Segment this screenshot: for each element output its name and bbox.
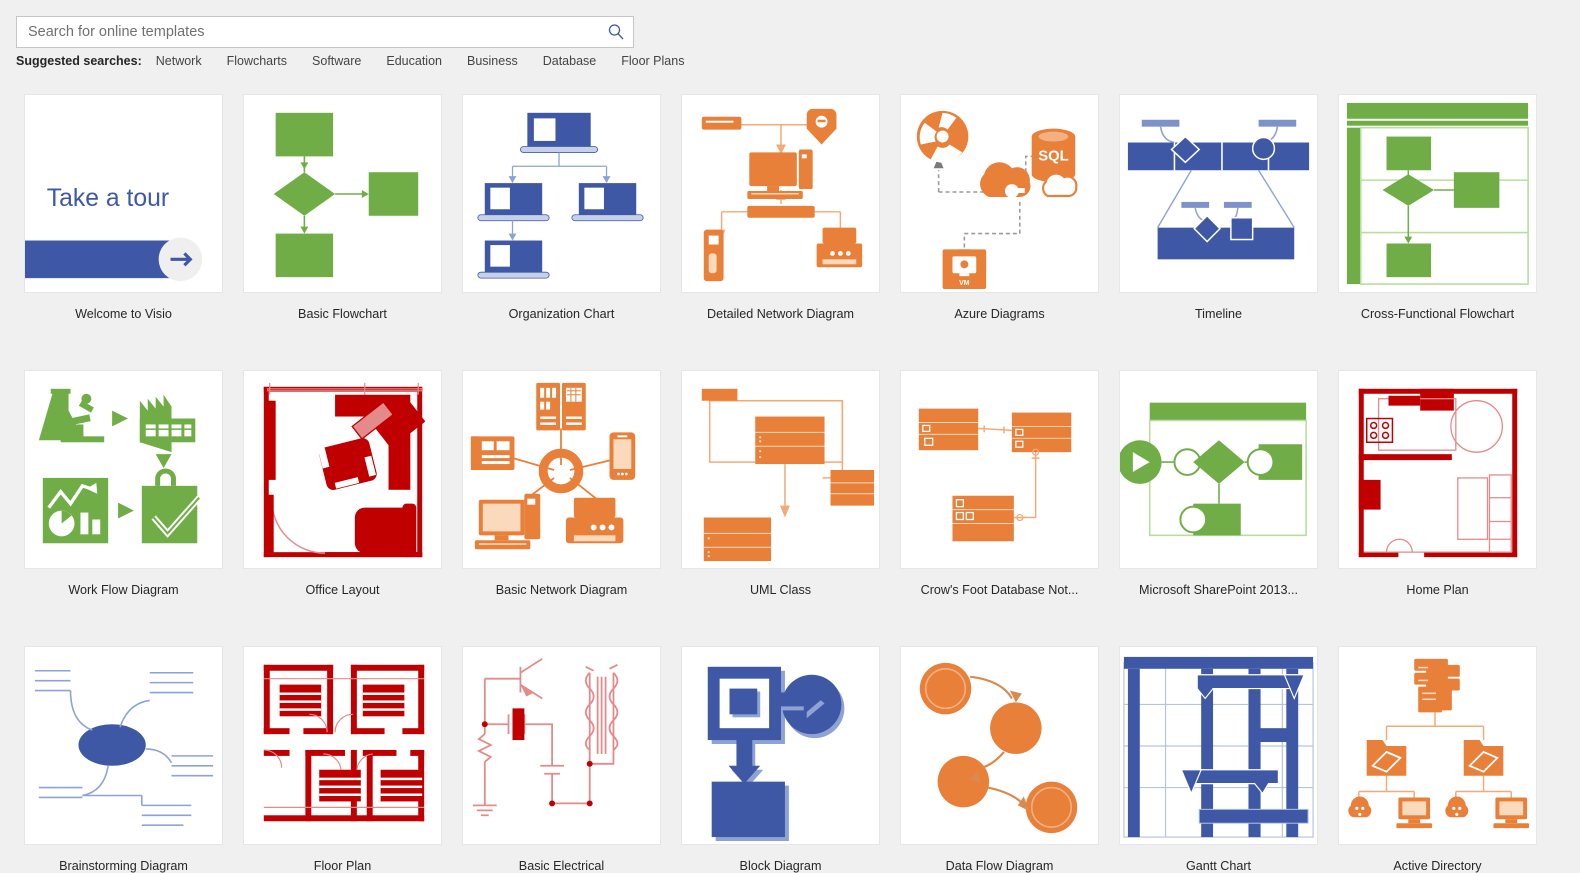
template-card-block-diagram[interactable]: Block Diagram bbox=[681, 646, 880, 873]
template-card-home-plan[interactable]: Home Plan bbox=[1338, 370, 1537, 597]
take-a-tour-text: Take a tour bbox=[47, 185, 169, 212]
vm-label: VM bbox=[959, 280, 970, 287]
template-thumbnail-organization-chart[interactable] bbox=[462, 94, 661, 293]
template-card-uml-class[interactable]: UML Class bbox=[681, 370, 880, 597]
template-label: Floor Plan bbox=[313, 859, 372, 873]
suggested-link-database[interactable]: Database bbox=[543, 54, 597, 68]
template-card-basic-flowchart[interactable]: Basic Flowchart bbox=[243, 94, 442, 321]
template-label: Basic Flowchart bbox=[298, 307, 387, 321]
template-label: Gantt Chart bbox=[1185, 859, 1252, 873]
template-label: Welcome to Visio bbox=[75, 307, 172, 321]
suggested-link-flowcharts[interactable]: Flowcharts bbox=[227, 54, 287, 68]
template-label: Microsoft SharePoint 2013... bbox=[1139, 583, 1298, 597]
template-thumbnail-data-flow-diagram[interactable] bbox=[900, 646, 1099, 845]
template-label: Data Flow Diagram bbox=[945, 859, 1054, 873]
template-card-timeline[interactable]: Timeline bbox=[1119, 94, 1318, 321]
template-card-organization-chart[interactable]: Organization Chart bbox=[462, 94, 661, 321]
search-box[interactable] bbox=[16, 16, 634, 48]
template-thumbnail-welcome-to-visio[interactable]: Take a tour bbox=[24, 94, 223, 293]
suggested-link-floor-plans[interactable]: Floor Plans bbox=[621, 54, 684, 68]
template-thumbnail-azure-diagrams[interactable]: SQL VM bbox=[900, 94, 1099, 293]
template-thumbnail-brainstorming-diagram[interactable] bbox=[24, 646, 223, 845]
template-label: Azure Diagrams bbox=[954, 307, 1045, 321]
search-area bbox=[16, 16, 634, 48]
template-card-crows-foot-database[interactable]: Crow's Foot Database Not... bbox=[900, 370, 1099, 597]
template-thumbnail-timeline[interactable] bbox=[1119, 94, 1318, 293]
template-thumbnail-gantt-chart[interactable] bbox=[1119, 646, 1318, 845]
template-card-gantt-chart[interactable]: Gantt Chart bbox=[1119, 646, 1318, 873]
search-icon[interactable] bbox=[607, 23, 625, 41]
template-card-work-flow-diagram[interactable]: Work Flow Diagram bbox=[24, 370, 223, 597]
template-label: Basic Network Diagram bbox=[495, 583, 628, 597]
template-label: Timeline bbox=[1194, 307, 1243, 321]
suggested-link-education[interactable]: Education bbox=[386, 54, 442, 68]
template-thumbnail-work-flow-diagram[interactable] bbox=[24, 370, 223, 569]
template-label: Work Flow Diagram bbox=[68, 583, 179, 597]
template-card-active-directory[interactable]: Active Directory bbox=[1338, 646, 1537, 873]
suggested-searches: Suggested searches: Network Flowcharts S… bbox=[16, 54, 709, 68]
template-label: Basic Electrical bbox=[518, 859, 605, 873]
template-card-office-layout[interactable]: Office Layout bbox=[243, 370, 442, 597]
template-card-azure-diagrams[interactable]: SQL VM Azure Diagrams bbox=[900, 94, 1099, 321]
template-thumbnail-basic-electrical[interactable] bbox=[462, 646, 661, 845]
template-card-detailed-network-diagram[interactable]: Detailed Network Diagram bbox=[681, 94, 880, 321]
template-card-floor-plan[interactable]: Floor Plan bbox=[243, 646, 442, 873]
template-label: Cross-Functional Flowchart bbox=[1360, 307, 1515, 321]
template-card-microsoft-sharepoint-2013[interactable]: Microsoft SharePoint 2013... bbox=[1119, 370, 1318, 597]
template-thumbnail-basic-flowchart[interactable] bbox=[243, 94, 442, 293]
suggested-link-software[interactable]: Software bbox=[312, 54, 361, 68]
template-card-welcome-to-visio[interactable]: Take a tour Welcome to Visio bbox=[24, 94, 223, 321]
template-card-cross-functional-flowchart[interactable]: Cross-Functional Flowchart bbox=[1338, 94, 1537, 321]
template-label: Home Plan bbox=[1406, 583, 1469, 597]
template-thumbnail-uml-class[interactable] bbox=[681, 370, 880, 569]
template-label: Organization Chart bbox=[508, 307, 615, 321]
suggested-link-business[interactable]: Business bbox=[467, 54, 518, 68]
template-thumbnail-microsoft-sharepoint-2013[interactable] bbox=[1119, 370, 1318, 569]
template-label: Office Layout bbox=[305, 583, 380, 597]
template-label: Active Directory bbox=[1393, 859, 1482, 873]
template-thumbnail-active-directory[interactable] bbox=[1338, 646, 1537, 845]
template-card-basic-electrical[interactable]: Basic Electrical bbox=[462, 646, 661, 873]
template-card-data-flow-diagram[interactable]: Data Flow Diagram bbox=[900, 646, 1099, 873]
suggested-searches-label: Suggested searches: bbox=[16, 54, 142, 68]
template-thumbnail-floor-plan[interactable] bbox=[243, 646, 442, 845]
template-gallery: Take a tour Welcome to Visio Basic Flowc… bbox=[24, 94, 1559, 873]
template-thumbnail-home-plan[interactable] bbox=[1338, 370, 1537, 569]
template-card-brainstorming-diagram[interactable]: Brainstorming Diagram bbox=[24, 646, 223, 873]
template-label: Brainstorming Diagram bbox=[59, 859, 188, 873]
template-thumbnail-detailed-network-diagram[interactable] bbox=[681, 94, 880, 293]
template-thumbnail-office-layout[interactable] bbox=[243, 370, 442, 569]
template-label: Crow's Foot Database Not... bbox=[920, 583, 1079, 597]
template-thumbnail-block-diagram[interactable] bbox=[681, 646, 880, 845]
search-input[interactable] bbox=[28, 24, 607, 40]
template-card-basic-network-diagram[interactable]: Basic Network Diagram bbox=[462, 370, 661, 597]
template-label: UML Class bbox=[749, 583, 812, 597]
template-thumbnail-basic-network-diagram[interactable] bbox=[462, 370, 661, 569]
template-label: Detailed Network Diagram bbox=[707, 307, 854, 321]
template-thumbnail-cross-functional-flowchart[interactable] bbox=[1338, 94, 1537, 293]
sql-label: SQL bbox=[1038, 148, 1068, 164]
suggested-link-network[interactable]: Network bbox=[156, 54, 202, 68]
template-thumbnail-crows-foot-database[interactable] bbox=[900, 370, 1099, 569]
template-label: Block Diagram bbox=[739, 859, 822, 873]
